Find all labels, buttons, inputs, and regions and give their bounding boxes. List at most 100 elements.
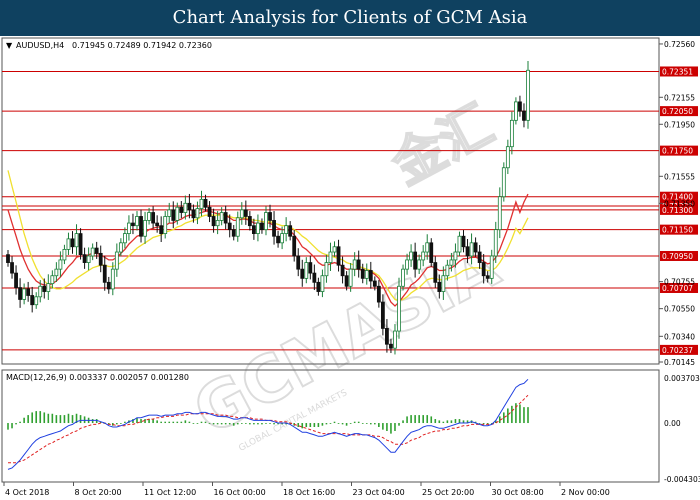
candle-body [489, 255, 494, 279]
price-tick-label-6: 0.70550 [664, 305, 695, 314]
candle-body [344, 275, 349, 287]
candle-body [66, 238, 71, 250]
candle-body [413, 251, 418, 270]
level-label-6: 0.71150 [662, 226, 693, 235]
macd-histogram-bar [116, 423, 118, 425]
candle-body [304, 262, 309, 279]
candle-body [131, 222, 135, 227]
macd-histogram-bar [200, 421, 203, 424]
candle-body [167, 209, 172, 217]
chart-area[interactable]: GCMASIA 金汇 GLOBAL CAPITAL MARKETS 0.7235… [0, 36, 700, 500]
candle-body [481, 262, 486, 277]
level-label-2: 0.71750 [662, 147, 693, 156]
macd-histogram-bar [55, 415, 58, 424]
macd-histogram-bar [353, 421, 356, 424]
macd-histogram-bar [511, 405, 513, 424]
candle-body [352, 259, 357, 270]
candle-body [364, 270, 369, 279]
macd-histogram-bar [434, 419, 437, 424]
candle-body [368, 270, 373, 282]
candle-body [42, 285, 47, 292]
candle-body [102, 264, 107, 283]
macd-histogram-bar [7, 423, 9, 430]
macd-histogram-bar [11, 423, 13, 429]
level-label-7: 0.70950 [662, 252, 693, 261]
macd-histogram-bar [418, 415, 420, 424]
macd-histogram-bar [224, 423, 227, 425]
price-tick-label-3: 0.71555 [664, 172, 695, 181]
candle-body [247, 216, 252, 227]
candle-body [114, 251, 119, 270]
time-tick-label-4: 18 Oct 16:00 [283, 488, 335, 497]
macd-histogram-bar [337, 423, 340, 424]
candle-body [522, 110, 526, 121]
macd-histogram-bar [23, 417, 25, 424]
candle-body [425, 242, 430, 253]
macd-histogram-bar [124, 421, 126, 424]
macd-histogram-bar [329, 423, 332, 424]
macd-histogram-bar [120, 423, 122, 424]
macd-histogram-bar [325, 423, 328, 425]
candle-body [276, 235, 280, 244]
candle-body [50, 275, 55, 285]
candle-body [251, 225, 256, 234]
macd-histogram-bar [192, 423, 195, 424]
candle-body [372, 280, 377, 287]
macd-histogram-bar [523, 407, 525, 424]
candle-body [332, 246, 337, 253]
macd-histogram-bar [208, 423, 211, 424]
candle-body [18, 287, 22, 300]
macd-histogram-bar [309, 423, 312, 427]
macd-histogram-bar [317, 423, 320, 427]
macd-histogram-bar [313, 423, 316, 427]
macd-histogram-bar [422, 415, 424, 424]
macd-histogram-bar [442, 421, 445, 424]
macd-histogram-bar [257, 423, 259, 425]
candle-body [243, 209, 248, 217]
time-tick-label-6: 25 Oct 20:00 [422, 488, 474, 497]
macd-histogram-bar [349, 423, 352, 424]
macd-histogram-bar [140, 419, 142, 424]
macd-histogram-bar [35, 411, 38, 424]
macd-histogram-bar [273, 423, 275, 425]
candle-body [401, 268, 405, 287]
macd-histogram-bar [301, 423, 304, 429]
candle-body [284, 225, 289, 234]
macd-histogram-bar [164, 421, 167, 424]
level-label-9: 0.70237 [662, 346, 693, 355]
macd-histogram-bar [394, 423, 396, 431]
candle-body [211, 216, 216, 227]
macd-histogram-bar [47, 413, 50, 424]
macd-histogram-bar [156, 420, 158, 424]
collapse-arrow-icon[interactable]: ▼ [6, 41, 13, 50]
macd-histogram-bar [188, 421, 191, 424]
candle-body [497, 196, 502, 231]
candle-body [54, 268, 59, 277]
macd-histogram-bar [212, 423, 215, 425]
candle-body [437, 281, 442, 292]
candle-body [348, 268, 353, 287]
time-tick-label-0: 4 Oct 2018 [5, 488, 49, 497]
macd-histogram-bar [269, 423, 271, 424]
macd-tick-label-0: 0.003703 [664, 374, 700, 383]
candle-body [340, 264, 345, 277]
candle-body [183, 202, 188, 213]
candle-body [86, 255, 91, 263]
macd-histogram-bar [333, 421, 336, 424]
candle-body [445, 264, 450, 277]
macd-histogram-bar [369, 423, 372, 425]
macd-histogram-bar [15, 423, 17, 425]
candle-body [461, 235, 466, 248]
macd-histogram-bar [365, 423, 368, 424]
price-tick-label-5: 0.70755 [664, 278, 695, 287]
macd-histogram-bar [79, 415, 82, 424]
candle-body [501, 167, 506, 198]
price-tick-label-4: 0.71350 [664, 199, 695, 208]
macd-histogram-bar [446, 420, 449, 424]
candle-body [316, 281, 321, 292]
time-tick-label-5: 23 Oct 04:00 [353, 488, 405, 497]
candle-body [260, 222, 264, 231]
candle-body [110, 268, 115, 290]
macd-histogram-bar [196, 423, 199, 424]
macd-histogram-bar [454, 419, 457, 424]
